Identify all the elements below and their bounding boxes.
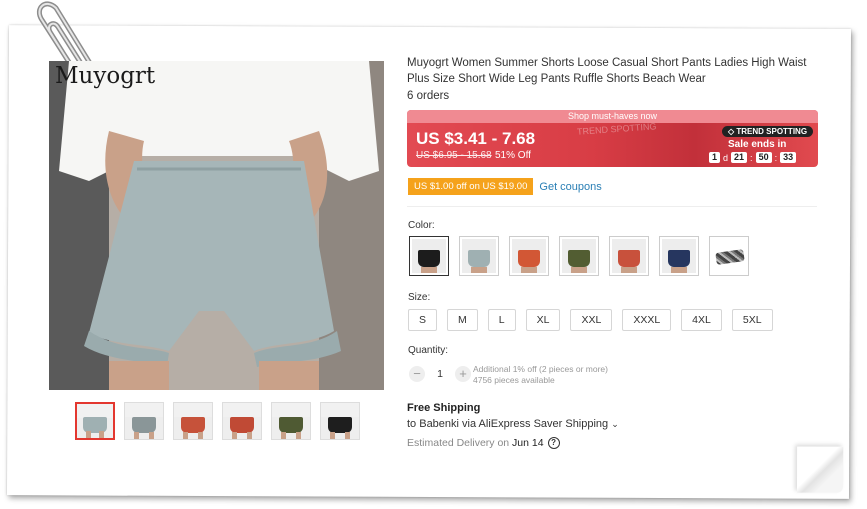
- size-options: S M L XL XXL XXXL 4XL 5XL: [408, 309, 773, 331]
- estimated-delivery: Estimated Delivery on Jun 14?: [407, 437, 560, 450]
- thumbnail-3[interactable]: [173, 402, 213, 440]
- thumbnail-2[interactable]: [124, 402, 164, 440]
- shipping-method[interactable]: to Babenki via AliExpress Saver Shipping…: [407, 418, 619, 430]
- help-icon[interactable]: ?: [547, 437, 560, 450]
- quantity-stepper: − 1 +: [409, 366, 471, 382]
- countdown-days: 1: [709, 152, 721, 163]
- countdown-seconds: 33: [780, 152, 797, 163]
- product-title: Muyogrt Women Summer Shorts Loose Casual…: [407, 57, 807, 85]
- price-banner[interactable]: Shop must-haves now TREND SPOTTING US $3…: [407, 110, 818, 167]
- size-option-xxxl[interactable]: XXXL: [622, 309, 672, 331]
- banner-top-text: Shop must-haves now: [407, 110, 818, 123]
- get-coupons-link[interactable]: Get coupons: [539, 181, 601, 193]
- size-option-5xl[interactable]: 5XL: [731, 309, 773, 331]
- countdown-hours: 21: [731, 152, 748, 163]
- size-option-m[interactable]: M: [447, 309, 478, 331]
- color-swatch-4[interactable]: [559, 236, 599, 276]
- coupon-row: US $1.00 off on US $19.00 Get coupons: [408, 178, 602, 195]
- coupon-tag: US $1.00 off on US $19.00: [408, 178, 534, 195]
- color-swatch-7[interactable]: [709, 236, 749, 276]
- brand-logo: Muyogrt: [55, 63, 156, 89]
- size-option-l[interactable]: L: [487, 309, 516, 331]
- color-swatch-1[interactable]: [409, 236, 449, 276]
- thumbnail-1[interactable]: [75, 402, 115, 440]
- thumbnail-6[interactable]: [320, 402, 360, 440]
- thumbnail-5[interactable]: [271, 402, 311, 440]
- color-swatch-6[interactable]: [659, 236, 699, 276]
- color-label: Color:: [408, 220, 435, 231]
- chevron-down-icon: ⌄: [611, 419, 619, 429]
- shorts-photo: [49, 61, 384, 390]
- size-option-s[interactable]: S: [408, 309, 438, 331]
- size-label: Size:: [408, 292, 431, 303]
- shipping-title: Free Shipping: [407, 402, 481, 414]
- divider: [407, 206, 817, 207]
- trend-spotting-badge: ◇ TREND SPOTTING: [722, 126, 814, 137]
- page-curl: [796, 446, 844, 493]
- size-option-xl[interactable]: XL: [525, 309, 561, 331]
- quantity-value[interactable]: 1: [435, 368, 445, 380]
- color-swatch-5[interactable]: [609, 236, 649, 276]
- countdown-day-label: d: [723, 152, 729, 163]
- thumbnail-4[interactable]: [222, 402, 262, 440]
- sale-ends-label: Sale ends in: [728, 139, 787, 150]
- product-main-image[interactable]: [49, 61, 384, 390]
- countdown-minutes: 50: [755, 152, 772, 163]
- color-swatch-3[interactable]: [509, 236, 549, 276]
- color-swatches: [409, 236, 749, 276]
- thumbnail-strip: [75, 402, 360, 440]
- quantity-plus-button[interactable]: +: [455, 366, 471, 382]
- price-range: US $3.41 - 7.68: [416, 129, 536, 148]
- original-price: US $6.95 - 15.68: [416, 150, 492, 161]
- color-swatch-2[interactable]: [459, 236, 499, 276]
- order-count: 6 orders: [407, 90, 450, 102]
- discount-label: 51% Off: [495, 150, 531, 161]
- quantity-info: Additional 1% off (2 pieces or more) 475…: [473, 364, 608, 386]
- pieces-available: 4756 pieces available: [473, 375, 555, 385]
- trend-watermark: TREND SPOTTING: [576, 121, 657, 137]
- size-option-xxl[interactable]: XXL: [570, 309, 613, 331]
- size-option-4xl[interactable]: 4XL: [681, 309, 722, 331]
- delivery-date: Jun 14: [512, 437, 544, 449]
- additional-discount-note: Additional 1% off (2 pieces or more): [473, 364, 608, 374]
- quantity-minus-button[interactable]: −: [409, 366, 425, 382]
- countdown-timer: 1 d 21 : 50 : 33: [709, 152, 797, 163]
- quantity-label: Quantity:: [408, 345, 449, 356]
